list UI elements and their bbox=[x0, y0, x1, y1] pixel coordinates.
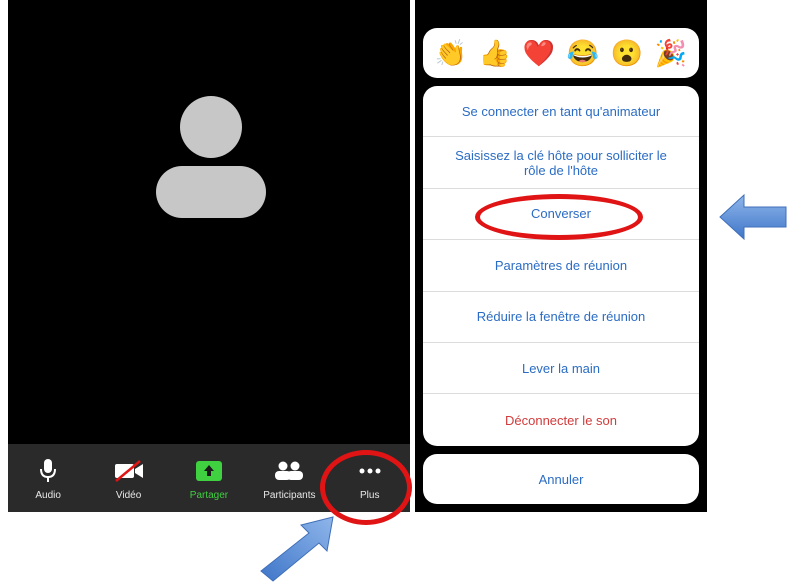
audio-label: Audio bbox=[35, 490, 61, 501]
more-button-highlight-circle bbox=[320, 450, 412, 525]
share-button[interactable]: Partager bbox=[174, 458, 244, 501]
menu-item-meeting-settings[interactable]: Paramètres de réunion bbox=[423, 240, 699, 292]
options-menu: Se connecter en tant qu'animateur Saisis… bbox=[423, 86, 699, 446]
participants-label: Participants bbox=[263, 490, 316, 501]
microphone-icon bbox=[40, 458, 57, 484]
reaction-clap[interactable]: 👏 bbox=[435, 40, 467, 66]
share-screen-icon bbox=[195, 458, 222, 484]
more-menu-panel: 👏 👍 ❤️ 😂 😮 🎉 Se connecter en tant qu'ani… bbox=[415, 0, 707, 512]
arrow-to-chat-icon bbox=[719, 193, 787, 241]
reaction-laugh[interactable]: 😂 bbox=[567, 40, 599, 66]
video-off-icon bbox=[114, 458, 144, 484]
audio-button[interactable]: Audio bbox=[13, 458, 83, 501]
participant-avatar-icon bbox=[156, 96, 266, 218]
menu-item-enter-host-key[interactable]: Saisissez la clé hôte pour solliciter le… bbox=[423, 137, 699, 189]
chat-highlight-ellipse bbox=[475, 194, 643, 240]
reactions-bar: 👏 👍 ❤️ 😂 😮 🎉 bbox=[423, 28, 699, 78]
participants-button[interactable]: Participants bbox=[254, 458, 324, 501]
reaction-thumbs-up[interactable]: 👍 bbox=[479, 40, 511, 66]
reaction-surprised[interactable]: 😮 bbox=[611, 40, 643, 66]
cancel-button[interactable]: Annuler bbox=[423, 454, 699, 504]
menu-item-raise-hand[interactable]: Lever la main bbox=[423, 343, 699, 395]
menu-item-claim-host[interactable]: Se connecter en tant qu'animateur bbox=[423, 86, 699, 138]
video-label: Vidéo bbox=[115, 490, 142, 501]
share-label: Partager bbox=[189, 490, 229, 501]
reaction-heart[interactable]: ❤️ bbox=[523, 40, 555, 66]
menu-item-disconnect-audio[interactable]: Déconnecter le son bbox=[423, 394, 699, 445]
arrow-to-more-icon bbox=[260, 516, 334, 582]
video-button[interactable]: Vidéo bbox=[94, 458, 164, 501]
reaction-party[interactable]: 🎉 bbox=[655, 40, 687, 66]
video-panel: Audio Vidéo Partager Participants Plus bbox=[8, 0, 410, 512]
menu-item-minimize-meeting[interactable]: Réduire la fenêtre de réunion bbox=[423, 292, 699, 343]
participants-icon bbox=[274, 458, 304, 484]
